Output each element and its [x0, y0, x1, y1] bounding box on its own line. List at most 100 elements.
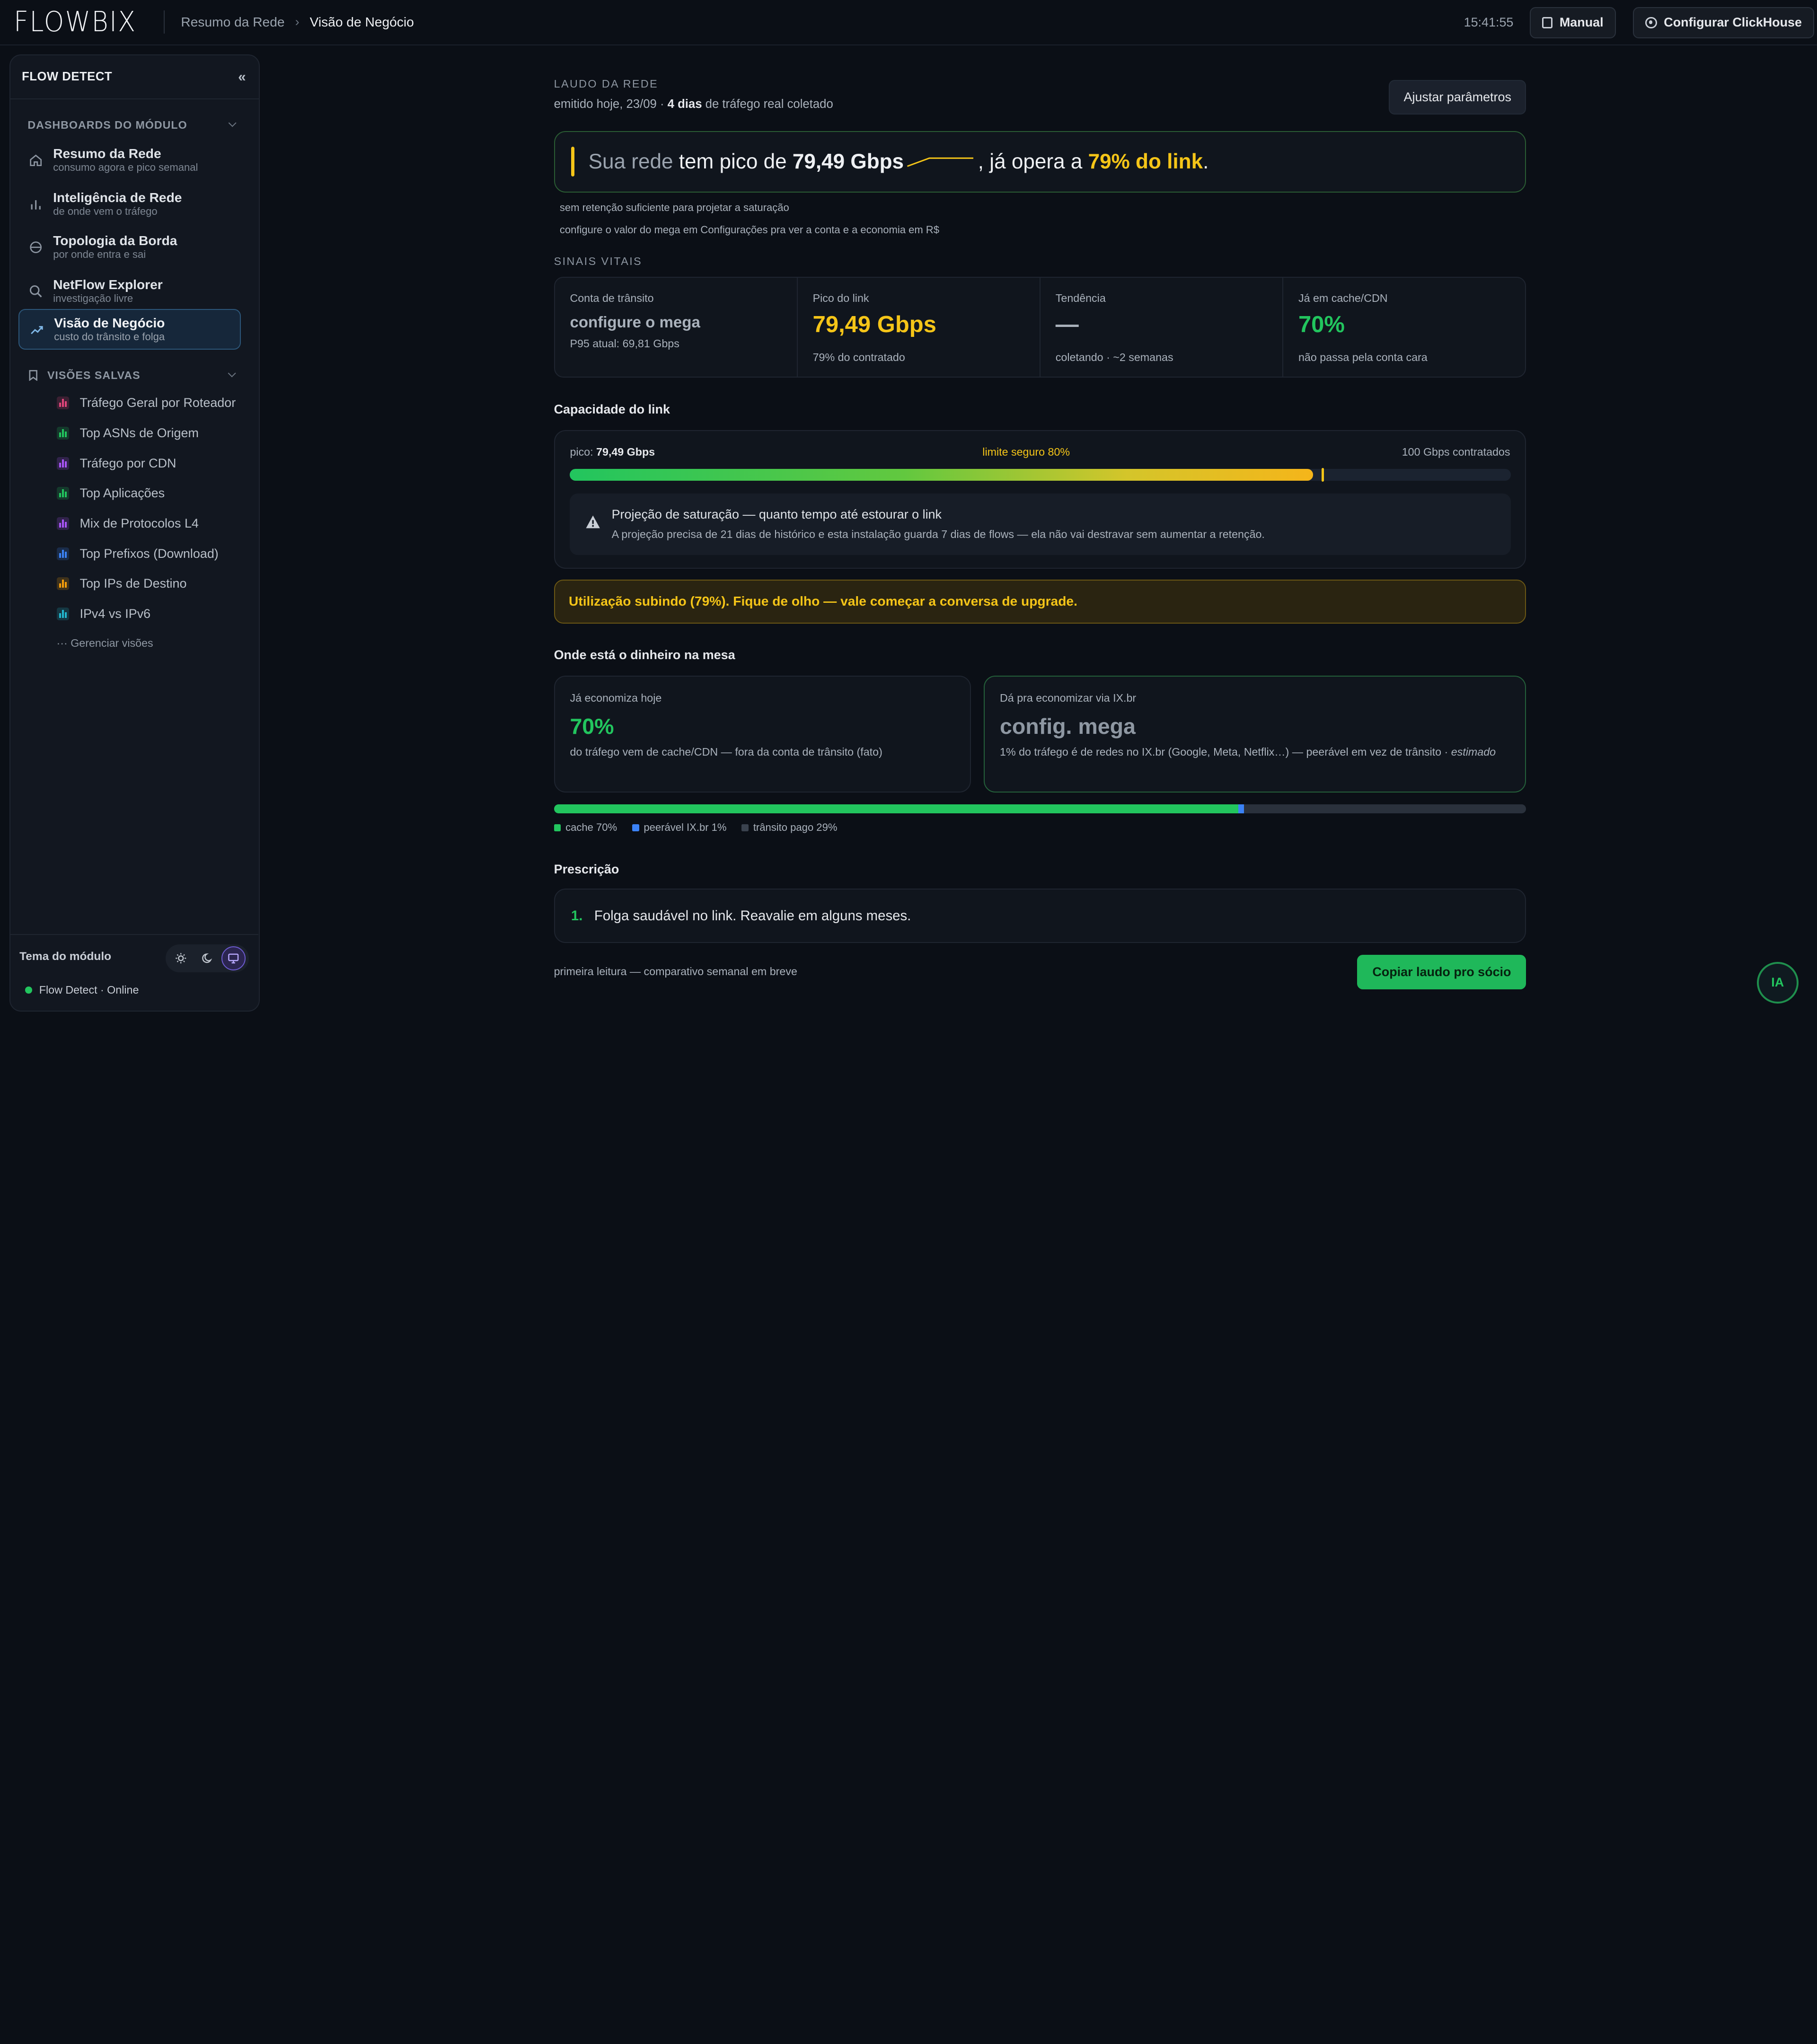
- sidebar-item-sub: custo do trânsito e folga: [54, 330, 165, 343]
- savings-today-card: Já economiza hoje 70% do tráfego vem de …: [554, 675, 971, 793]
- report-eyebrow: LAUDO DA REDE: [554, 78, 659, 90]
- saved-view-item[interactable]: Top Aplicações: [56, 483, 165, 504]
- saved-view-label: Tráfego por CDN: [79, 456, 176, 470]
- sidebar-item-sub: de onde vem o tráfego: [53, 205, 158, 218]
- sidebar-item-netflow-explorer[interactable]: NetFlow Explorer investigação livre: [18, 271, 241, 312]
- sidebar-item-sub: por onde entra e sai: [53, 248, 146, 260]
- sidebar-item-label: NetFlow Explorer: [53, 277, 163, 292]
- sidebar-footer: Tema do módulo Flow Detect · Online: [10, 934, 258, 1011]
- manage-views-link[interactable]: ··· Gerenciar visões: [57, 637, 153, 650]
- hero-summary: Sua rede tem pico de 79,49 Gbps , já ope…: [554, 131, 1526, 193]
- moon-icon[interactable]: [195, 946, 219, 970]
- savings-today-value: 70%: [570, 714, 614, 739]
- saved-view-label: Mix de Protocolos L4: [79, 516, 199, 530]
- chevron-down-icon: [228, 369, 237, 378]
- sidebar-item-label: Resumo da Rede: [53, 146, 161, 161]
- saved-views-label: VISÕES SALVAS: [47, 369, 141, 381]
- hero-peak: 79,49 Gbps: [792, 150, 904, 173]
- topbar-divider: [163, 10, 165, 34]
- chart-icon: [56, 396, 70, 410]
- configure-clickhouse-button[interactable]: Configurar ClickHouse: [1632, 7, 1815, 38]
- contracted-capacity: 100 Gbps contratados: [1402, 446, 1510, 458]
- projection-title: Projeção de saturação — quanto tempo até…: [611, 507, 942, 522]
- top-bar: FLOWBIX Resumo da Rede › Visão de Negóci…: [0, 0, 1817, 45]
- legend-item: peerável IX.br 1%: [632, 821, 727, 834]
- monitor-icon[interactable]: [221, 946, 246, 970]
- dashboards-section-label: DASHBOARDS DO MÓDULO: [27, 118, 187, 131]
- vital-trend: Tendência — coletando · ~2 semanas: [1041, 278, 1284, 377]
- saved-view-label: Top Aplicações: [79, 486, 165, 501]
- ai-assistant-button[interactable]: IA: [1756, 961, 1799, 1004]
- report-emitted-line: emitido hoje, 23/09 · 4 dias de tráfego …: [554, 97, 833, 111]
- traffic-mix-segment: [1244, 804, 1526, 814]
- ixbr-savings-card: Dá pra economizar via IX.br config. mega…: [984, 675, 1526, 793]
- chart-icon: [56, 426, 70, 440]
- warning-icon: [586, 515, 600, 529]
- vital-signs-title: SINAIS VITAIS: [554, 255, 643, 267]
- prescription-text: Folga saudável no link. Reavalie em algu…: [594, 907, 911, 924]
- saved-view-label: IPv4 vs IPv6: [79, 607, 151, 621]
- capacity-bar-fill: [570, 469, 1314, 481]
- trend-icon: [19, 323, 54, 336]
- config-note: configure o valor do mega em Configuraçõ…: [559, 223, 939, 236]
- traffic-mix-segment: [554, 804, 1239, 814]
- saved-views-section-header[interactable]: VISÕES SALVAS: [10, 366, 258, 384]
- sidebar-item-inteligencia-de-rede[interactable]: Inteligência de Rede de onde vem o tráfe…: [18, 184, 241, 225]
- saved-view-item[interactable]: Tráfego por CDN: [56, 453, 176, 474]
- vital-value: 79,49 Gbps: [812, 312, 936, 338]
- sidebar-header: FLOW DETECT «: [10, 55, 259, 100]
- saved-view-item[interactable]: Mix de Protocolos L4: [56, 513, 199, 534]
- chart-icon: [56, 517, 70, 530]
- manual-button[interactable]: Manual: [1529, 7, 1616, 38]
- saved-view-item[interactable]: IPv4 vs IPv6: [56, 603, 151, 624]
- flowbix-logo[interactable]: FLOWBIX: [14, 8, 136, 36]
- sun-icon[interactable]: [169, 946, 193, 970]
- capacity-title: Capacidade do link: [554, 402, 670, 416]
- status-text: Flow Detect · Online: [39, 984, 139, 996]
- breadcrumb-current: Visão de Negócio: [309, 14, 414, 29]
- saved-view-item[interactable]: Top IPs de Destino: [56, 573, 186, 594]
- sidebar-item-label: Inteligência de Rede: [53, 190, 182, 205]
- vital-transit-bill: Conta de trânsito configure o mega P95 a…: [555, 278, 798, 377]
- vital-value: —: [1055, 312, 1079, 338]
- sidebar-item-visao-de-negocio[interactable]: Visão de Negócio custo do trânsito e fol…: [18, 309, 241, 350]
- status-dot: [25, 987, 33, 994]
- sidebar-item-resumo-da-rede[interactable]: Resumo da Rede consumo agora e pico sema…: [18, 140, 241, 181]
- capacity-bar: [570, 469, 1511, 481]
- sidebar-item-topologia-da-borda[interactable]: Topologia da Borda por onde entra e sai: [18, 227, 241, 268]
- search-icon: [18, 284, 53, 298]
- app-window: FLOWBIX Resumo da Rede › Visão de Negóci…: [0, 0, 1817, 1022]
- hero-utilization: 79% do link: [1088, 150, 1203, 173]
- breadcrumb-root[interactable]: Resumo da Rede: [181, 15, 284, 30]
- traffic-mix-legend: cache 70% peerável IX.br 1% trânsito pago …: [554, 821, 853, 834]
- saved-view-item[interactable]: Top Prefixos (Download): [56, 543, 219, 564]
- saved-view-label: Top ASNs de Origem: [79, 425, 199, 440]
- theme-toggle: [165, 944, 249, 972]
- collapse-sidebar-icon[interactable]: «: [238, 69, 246, 85]
- prescription-number: 1.: [571, 907, 583, 924]
- legend-label: peerável IX.br 1%: [644, 821, 727, 834]
- legend-item: cache 70%: [554, 821, 617, 834]
- adjust-parameters-button[interactable]: Ajustar parâmetros: [1389, 79, 1526, 115]
- money-title: Onde está o dinheiro na mesa: [554, 647, 735, 662]
- chart-icon: [56, 608, 70, 620]
- safe-limit-marker: [1321, 467, 1324, 482]
- sidebar: FLOW DETECT « DASHBOARDS DO MÓDULO Resum…: [9, 54, 260, 1012]
- vital-value: 70%: [1298, 312, 1345, 338]
- saturation-projection: Projeção de saturação — quanto tempo até…: [570, 493, 1511, 555]
- dashboards-section-header[interactable]: DASHBOARDS DO MÓDULO: [10, 115, 259, 134]
- legend-label: cache 70%: [565, 821, 617, 834]
- sidebar-item-sub: consumo agora e pico semanal: [53, 161, 198, 174]
- saved-view-label: Tráfego Geral por Roteador: [79, 396, 236, 410]
- hero-sentence: Sua rede tem pico de 79,49 Gbps , já ope…: [588, 150, 1209, 173]
- capacity-card: pico: 79,49 Gbps limite seguro 80% 100 G…: [554, 430, 1526, 569]
- saved-view-item[interactable]: Top ASNs de Origem: [56, 423, 199, 443]
- chevron-right-icon: ›: [295, 15, 300, 29]
- saved-view-item[interactable]: Tráfego Geral por Roteador: [56, 393, 236, 414]
- book-icon: [1542, 17, 1553, 28]
- traffic-mix-segment: [1238, 804, 1244, 814]
- prescription-item: 1. Folga saudável no link. Reavalie em a…: [554, 889, 1526, 943]
- copy-report-button[interactable]: Copiar laudo pro sócio: [1357, 954, 1526, 990]
- hero-accent-bar: [571, 146, 575, 177]
- sidebar-item-sub: investigação livre: [53, 292, 133, 304]
